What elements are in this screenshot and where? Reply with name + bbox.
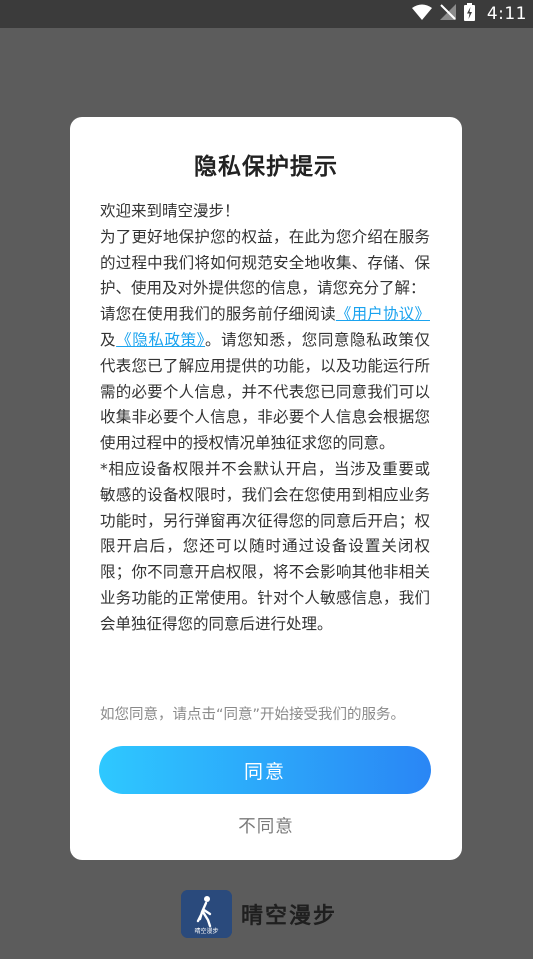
policy-paragraph: 请您在使用我们的服务前仔细阅读《用户协议》及《隐私政策》。请您知悉，您同意隐私政… <box>100 302 430 457</box>
signal-icon <box>439 4 456 24</box>
dialog-body: 欢迎来到晴空漫步！ 为了更好地保护您的权益，在此为您介绍在服务的过程中我们将如何… <box>100 199 430 638</box>
and-text: 及 <box>100 330 117 349</box>
brand-footer: 晴空漫步 晴空漫步 <box>181 890 337 938</box>
dialog-title: 隐私保护提示 <box>194 154 338 180</box>
intro-text: 为了更好地保护您的权益，在此为您介绍在服务的过程中我们将如何规范安全地收集、存储… <box>100 227 430 298</box>
status-icons: 4:11 <box>411 0 527 28</box>
consent-hint: 如您同意，请点击“同意”开始接受我们的服务。 <box>100 707 406 723</box>
user-agreement-link[interactable]: 《用户协议》 <box>336 305 430 323</box>
app-name: 晴空漫步 <box>241 904 338 929</box>
logo-caption: 晴空漫步 <box>194 928 219 935</box>
permission-text: *相应设备权限并不会默认开启，当涉及重要或敏感的设备权限时，我们会在您使用到相应… <box>100 459 430 633</box>
policy-suffix-text: 。请您知悉，您同意隐私政策仅代表您已了解应用提供的功能，以及功能运行所需的必要个… <box>100 330 430 453</box>
welcome-text: 欢迎来到晴空漫步！ <box>100 202 240 220</box>
agree-button[interactable]: 同意 <box>99 746 431 794</box>
privacy-policy-link[interactable]: 《隐私政策》 <box>116 331 205 349</box>
privacy-dialog: 隐私保护提示 欢迎来到晴空漫步！ 为了更好地保护您的权益，在此为您介绍在服务的过… <box>70 117 462 860</box>
status-bar: 4:11 <box>0 0 533 28</box>
battery-charging-icon <box>463 3 475 25</box>
status-time: 4:11 <box>486 4 527 24</box>
app-logo: 晴空漫步 <box>181 890 232 938</box>
policy-prefix-text: 请您在使用我们的服务前仔细阅读 <box>100 305 336 324</box>
wifi-icon <box>411 4 432 24</box>
disagree-button[interactable]: 不同意 <box>70 810 462 840</box>
